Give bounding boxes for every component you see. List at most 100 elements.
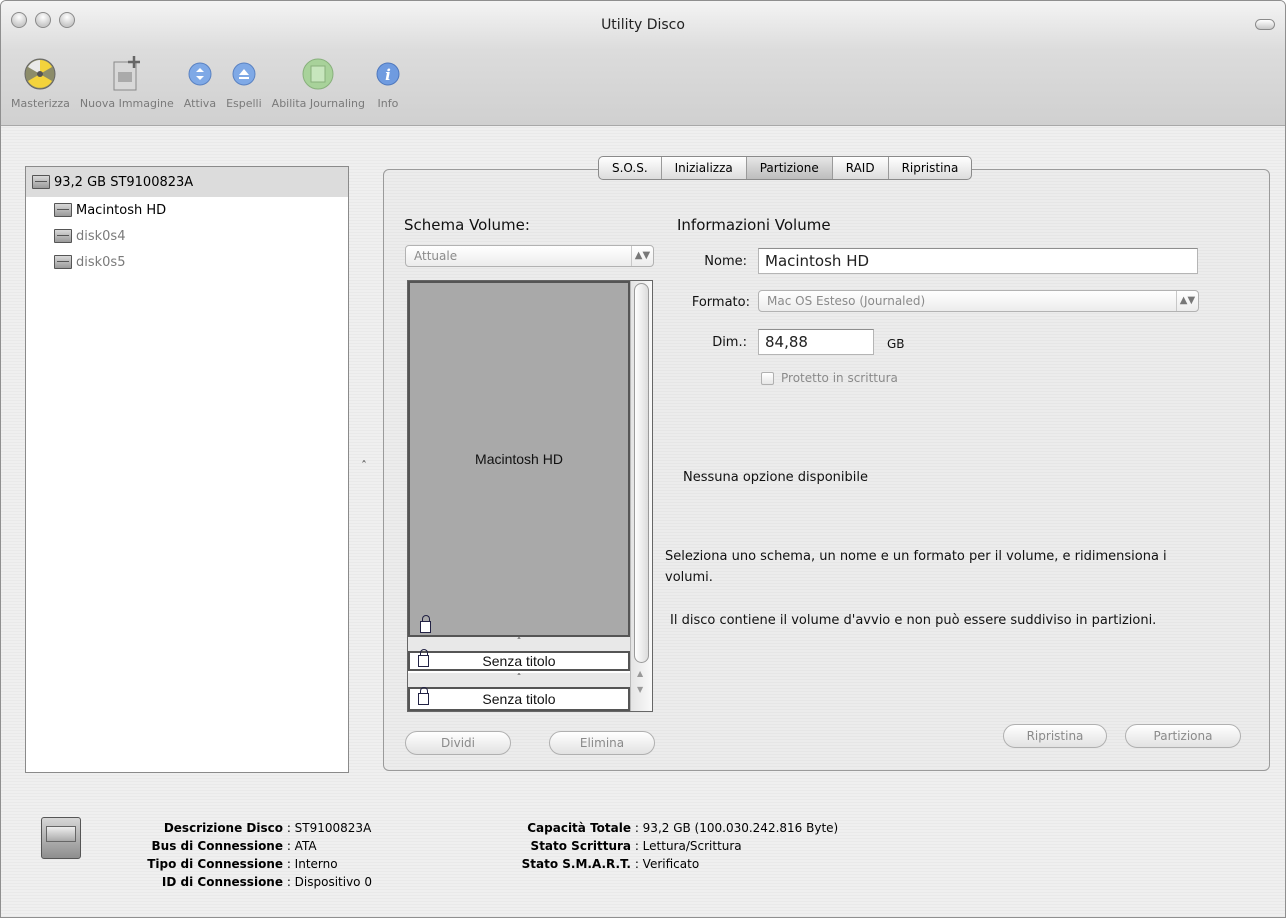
new-image-button[interactable]: Nuova Immagine	[80, 53, 174, 110]
journaling-icon	[301, 53, 335, 95]
info-row-bus: Bus di Connessione : ATA	[109, 837, 317, 855]
tab-first-aid[interactable]: S.O.S.	[599, 157, 662, 179]
info-label: Info	[377, 97, 399, 110]
info-row-write-status: Stato Scrittura : Lettura/Scrittura	[501, 837, 742, 855]
lock-icon	[420, 615, 431, 633]
volume-name-input[interactable]: Macintosh HD	[758, 248, 1198, 274]
burn-label: Masterizza	[11, 97, 70, 110]
toolbar: Masterizza Nuova Immagine Attiva Espelli…	[11, 53, 411, 110]
disk-info-footer: Descrizione Disco : ST9100823A Bus di Co…	[1, 797, 1285, 917]
volume-item-label: Macintosh HD	[76, 202, 167, 218]
new-image-icon	[110, 53, 144, 95]
mount-button[interactable]: Attiva	[184, 53, 216, 110]
resize-handle[interactable]: ˆ	[408, 673, 630, 687]
delete-button[interactable]: Elimina	[549, 731, 655, 755]
eject-icon	[231, 53, 257, 95]
info-value: Dispositivo 0	[294, 875, 372, 889]
volume-icon	[54, 203, 72, 217]
new-image-label: Nuova Immagine	[79, 97, 174, 110]
scrollbar-thumb[interactable]	[634, 283, 649, 663]
volume-block-untitled-1[interactable]: Senza titolo	[408, 649, 630, 671]
info-value: ST9100823A	[294, 821, 372, 835]
size-unit: GB	[887, 337, 905, 351]
info-label: Stato S.M.A.R.T.	[521, 857, 631, 871]
volume-block-label: Macintosh HD	[475, 451, 563, 467]
volume-info-heading: Informazioni Volume	[677, 216, 831, 234]
format-select[interactable]: Mac OS Esteso (Journaled) ▲▼	[758, 290, 1199, 312]
info-icon: i	[375, 53, 401, 95]
disk-item[interactable]: 93,2 GB ST9100823A	[26, 167, 348, 197]
info-value: Interno	[294, 857, 338, 871]
revert-button[interactable]: Ripristina	[1003, 724, 1107, 748]
volume-scheme-value: Attuale	[414, 249, 458, 263]
info-button[interactable]: i Info	[375, 53, 401, 110]
burn-button[interactable]: Masterizza	[11, 53, 70, 110]
resize-handle[interactable]: ˆ	[408, 637, 630, 651]
volume-map-scrollbar[interactable]: ▲ ▼	[630, 281, 652, 711]
volume-map: Macintosh HD ˆ Senza titolo ˆ Senza tito…	[407, 280, 653, 712]
info-label: Capacità Totale	[527, 821, 631, 835]
volume-block-untitled-2[interactable]: Senza titolo	[408, 687, 630, 711]
tab-restore[interactable]: Ripristina	[889, 157, 972, 179]
volume-item-label: disk0s4	[76, 228, 126, 244]
format-label: Formato:	[691, 295, 750, 310]
volume-item-label: disk0s5	[76, 254, 126, 270]
scroll-down-icon[interactable]: ▼	[637, 685, 643, 694]
disk-list: 93,2 GB ST9100823A Macintosh HD disk0s4 …	[25, 166, 349, 773]
write-protect-checkbox[interactable]	[761, 372, 774, 385]
tab-raid[interactable]: RAID	[833, 157, 889, 179]
mount-label: Attiva	[183, 97, 217, 110]
info-label: Bus di Connessione	[151, 839, 284, 853]
info-label: ID di Connessione	[161, 875, 283, 889]
volume-scheme-select[interactable]: Attuale ▲▼	[405, 245, 654, 267]
burn-icon	[23, 53, 57, 95]
info-row-connection-type: Tipo di Connessione : Interno	[109, 855, 338, 873]
info-row-description: Descrizione Disco : ST9100823A	[109, 819, 371, 837]
format-value: Mac OS Esteso (Journaled)	[767, 294, 926, 308]
info-value: 93,2 GB (100.030.242.816 Byte)	[642, 821, 839, 835]
info-value: Verificato	[642, 857, 700, 871]
size-label: Dim.:	[712, 335, 747, 350]
write-protect-label: Protetto in scrittura	[781, 371, 898, 385]
volume-item-disk0s5[interactable]: disk0s5	[26, 249, 348, 275]
volume-icon	[54, 229, 72, 243]
select-arrows-icon: ▲▼	[1176, 291, 1198, 311]
info-value: Lettura/Scrittura	[642, 839, 742, 853]
volume-item-macintosh-hd[interactable]: Macintosh HD	[26, 197, 348, 223]
info-row-smart-status: Stato S.M.A.R.T. : Verificato	[501, 855, 700, 873]
svg-text:i: i	[385, 66, 391, 84]
volume-block-label: Senza titolo	[482, 653, 556, 669]
volume-scheme-heading: Schema Volume:	[404, 216, 530, 234]
lock-icon	[418, 687, 429, 705]
eject-label: Espelli	[226, 97, 262, 110]
name-label: Nome:	[704, 254, 747, 269]
split-button[interactable]: Dividi	[405, 731, 511, 755]
hard-disk-icon	[41, 817, 81, 859]
eject-button[interactable]: Espelli	[226, 53, 262, 110]
partition-button[interactable]: Partiziona	[1125, 724, 1241, 748]
title-toolbar-area: Utility Disco Masterizza Nuova Immagine …	[1, 1, 1285, 126]
enable-journaling-label: Abilita Journaling	[271, 97, 365, 110]
volume-block-macintosh-hd[interactable]: Macintosh HD	[408, 281, 630, 637]
volume-icon	[54, 255, 72, 269]
select-arrows-icon: ▲▼	[631, 246, 653, 266]
help-text-startup: Il disco contiene il volume d'avvio e no…	[670, 613, 1157, 628]
info-label: Stato Scrittura	[530, 839, 631, 853]
info-row-capacity: Capacità Totale : 93,2 GB (100.030.242.8…	[501, 819, 838, 837]
enable-journaling-button[interactable]: Abilita Journaling	[272, 53, 365, 110]
mount-icon	[187, 53, 213, 95]
volume-item-disk0s4[interactable]: disk0s4	[26, 223, 348, 249]
tab-bar: S.O.S. Inizializza Partizione RAID Ripri…	[598, 156, 973, 180]
disk-item-label: 93,2 GB ST9100823A	[54, 174, 194, 190]
help-text-scheme: Seleziona uno schema, un nome e un forma…	[665, 549, 1167, 585]
tab-erase[interactable]: Inizializza	[662, 157, 747, 179]
volume-block-label: Senza titolo	[482, 691, 556, 707]
disk-utility-window: Utility Disco Masterizza Nuova Immagine …	[0, 0, 1286, 918]
toolbar-toggle-button[interactable]	[1255, 19, 1275, 30]
hard-disk-icon	[32, 175, 50, 189]
scroll-up-icon[interactable]: ▲	[637, 669, 643, 678]
info-label: Descrizione Disco	[163, 821, 283, 835]
splitter-handle[interactable]: ˆ	[361, 459, 367, 473]
size-input[interactable]: 84,88	[758, 329, 874, 355]
tab-partition[interactable]: Partizione	[746, 157, 833, 179]
